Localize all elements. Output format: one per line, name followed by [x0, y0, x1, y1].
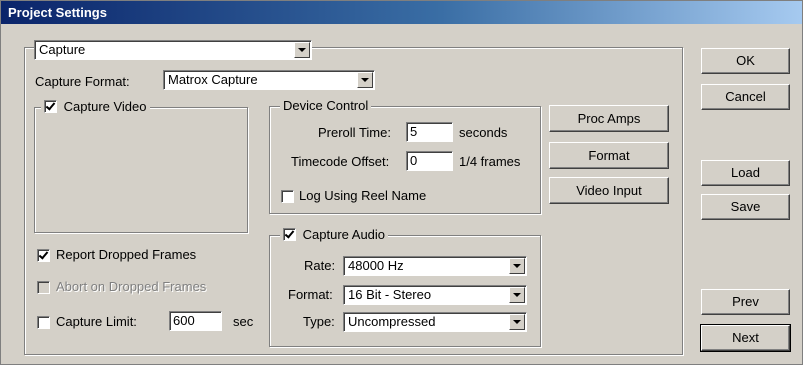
capture-limit-unit: sec [233, 314, 254, 329]
chevron-down-icon[interactable] [509, 287, 525, 303]
format-label: Format: [288, 287, 333, 302]
report-dropped-frames-checkbox[interactable] [37, 249, 50, 262]
report-dropped-frames-label: Report Dropped Frames [56, 247, 197, 262]
preroll-time-value: 5 [410, 124, 418, 139]
capture-format-value: Matrox Capture [168, 72, 258, 87]
proc-amps-button[interactable]: Proc Amps [549, 105, 669, 132]
capture-audio-header: Capture Audio [280, 227, 389, 243]
capture-audio-checkbox[interactable] [283, 228, 296, 241]
chevron-down-icon[interactable] [509, 258, 525, 274]
capture-video-label: Capture Video [63, 99, 147, 114]
settings-category-select[interactable]: Capture [34, 40, 312, 60]
capture-limit-value: 600 [173, 313, 195, 328]
timecode-offset-input[interactable]: 0 [406, 151, 453, 171]
capture-format-label: Capture Format: [35, 74, 130, 89]
save-button[interactable]: Save [701, 194, 790, 220]
project-settings-dialog: Project Settings Capture Capture Format:… [0, 0, 803, 365]
audio-type-value: Uncompressed [348, 314, 436, 329]
capture-video-group [34, 107, 248, 233]
settings-category-value: Capture [39, 42, 86, 57]
format-button[interactable]: Format [549, 142, 669, 169]
log-reel-name-checkbox[interactable] [281, 190, 294, 203]
capture-audio-label: Capture Audio [302, 227, 386, 242]
timecode-unit: 1/4 frames [459, 154, 521, 169]
rate-select[interactable]: 48000 Hz [343, 256, 527, 276]
abort-dropped-frames-label: Abort on Dropped Frames [56, 279, 207, 294]
audio-type-select[interactable]: Uncompressed [343, 312, 527, 332]
capture-video-checkbox[interactable] [44, 100, 57, 113]
preroll-time-input[interactable]: 5 [406, 122, 453, 142]
chevron-down-icon[interactable] [357, 72, 373, 88]
rate-value: 48000 Hz [348, 258, 404, 273]
chevron-down-icon[interactable] [294, 42, 310, 58]
audio-format-value: 16 Bit - Stereo [348, 287, 432, 302]
preroll-time-label: Preroll Time: [318, 125, 391, 140]
video-input-button[interactable]: Video Input [549, 177, 669, 204]
log-reel-name-label: Log Using Reel Name [299, 188, 427, 203]
capture-video-header: Capture Video [41, 99, 150, 115]
type-label: Type: [303, 314, 335, 329]
prev-button[interactable]: Prev [701, 289, 790, 315]
capture-format-select[interactable]: Matrox Capture [163, 70, 375, 90]
ok-button[interactable]: OK [701, 48, 790, 74]
device-control-title: Device Control [280, 98, 372, 114]
capture-limit-label: Capture Limit: [56, 314, 137, 329]
timecode-offset-label: Timecode Offset: [291, 154, 390, 169]
next-button[interactable]: Next [700, 324, 791, 352]
capture-limit-checkbox[interactable] [37, 316, 50, 329]
cancel-button[interactable]: Cancel [701, 84, 790, 110]
chevron-down-icon[interactable] [509, 314, 525, 330]
load-button[interactable]: Load [701, 160, 790, 186]
audio-format-select[interactable]: 16 Bit - Stereo [343, 285, 527, 305]
rate-label: Rate: [304, 258, 336, 273]
preroll-unit: seconds [459, 125, 508, 140]
timecode-offset-value: 0 [410, 153, 418, 168]
dialog-title: Project Settings [1, 1, 802, 24]
capture-limit-input[interactable]: 600 [169, 311, 222, 331]
abort-dropped-frames-checkbox[interactable] [37, 281, 50, 294]
